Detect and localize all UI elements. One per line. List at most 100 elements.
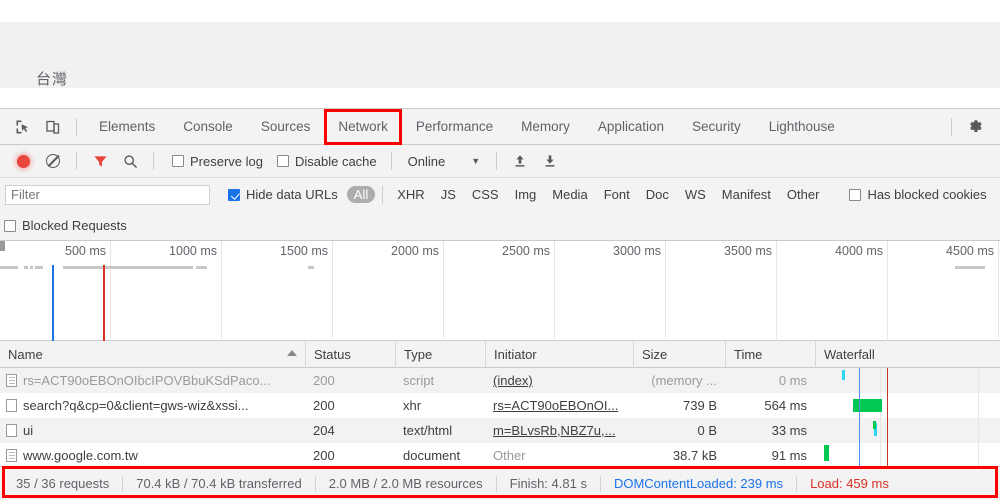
tab-performance[interactable]: Performance	[402, 109, 507, 145]
devtools-tabbar: Elements Console Sources Network Perform…	[0, 108, 1000, 145]
cell-name: ui	[0, 418, 305, 443]
tab-application[interactable]: Application	[584, 109, 678, 145]
tab-label: Console	[183, 119, 233, 134]
waterfall-gridline	[880, 418, 881, 443]
column-label: Time	[734, 347, 763, 362]
cell-waterfall	[815, 393, 1000, 418]
device-toolbar-icon[interactable]	[38, 112, 68, 142]
tab-label: Network	[338, 119, 388, 134]
clear-button[interactable]	[38, 146, 68, 176]
tab-lighthouse[interactable]: Lighthouse	[755, 109, 849, 145]
tab-label: Elements	[99, 119, 156, 134]
waterfall-load-marker	[887, 368, 889, 393]
filter-type-other[interactable]: Other	[780, 186, 827, 203]
column-header-status[interactable]: Status	[305, 341, 395, 368]
waterfall-load-marker	[887, 393, 889, 418]
inspect-element-icon[interactable]	[8, 112, 38, 142]
column-header-initiator[interactable]: Initiator	[485, 341, 633, 368]
clear-icon	[46, 154, 60, 168]
tab-elements[interactable]: Elements	[85, 109, 169, 145]
tab-label: Performance	[415, 119, 494, 134]
column-label: Type	[404, 347, 433, 362]
network-overview-timeline[interactable]: 500 ms 1000 ms 1500 ms 2000 ms 2500 ms 3…	[0, 241, 1000, 341]
table-row[interactable]: www.google.com.tw 200 document Other 38.…	[0, 443, 1000, 468]
column-header-waterfall[interactable]: Waterfall	[815, 341, 1000, 368]
tab-label: Sources	[260, 119, 311, 134]
toolbar-divider-4	[496, 152, 498, 170]
cell-type: text/html	[403, 423, 453, 438]
cell-initiator[interactable]: (index)	[485, 368, 633, 393]
filter-type-img[interactable]: Img	[508, 186, 544, 203]
tab-memory[interactable]: Memory	[507, 109, 584, 145]
column-label: Name	[8, 347, 43, 362]
filter-type-doc[interactable]: Doc	[639, 186, 676, 203]
filter-funnel-icon[interactable]	[85, 146, 115, 176]
has-blocked-cookies-checkbox[interactable]: Has blocked cookies	[849, 187, 987, 202]
dom-content-loaded-marker	[52, 265, 54, 341]
network-toolbar: Preserve log Disable cache Online ▼	[0, 145, 1000, 178]
column-header-name[interactable]: Name	[0, 341, 305, 368]
cell-name: search?q&cp=0&client=gws-wiz&xssi...	[0, 393, 305, 418]
filter-type-media[interactable]: Media	[545, 186, 594, 203]
tab-network[interactable]: Network	[324, 108, 402, 145]
table-header-row: Name Status Type Initiator Size Time Wat…	[0, 341, 1000, 368]
upload-har-icon[interactable]	[505, 146, 535, 176]
disable-cache-checkbox[interactable]: Disable cache	[276, 153, 377, 169]
record-button[interactable]	[8, 146, 38, 176]
blocked-requests-checkbox[interactable]: Blocked Requests	[4, 218, 127, 233]
cell-initiator[interactable]: rs=ACT90oEBOnOI...	[485, 393, 633, 418]
tab-sources[interactable]: Sources	[247, 109, 325, 145]
filter-type-manifest[interactable]: Manifest	[715, 186, 778, 203]
overview-request-band	[308, 266, 314, 269]
overview-request-band	[63, 266, 193, 269]
initiator-link: m=BLvsRb,NBZ7u,...	[493, 423, 616, 438]
cell-initiator[interactable]: m=BLvsRb,NBZ7u,...	[485, 418, 633, 443]
cell-name: rs=ACT90oEBOnOIbcIPOVBbuKSdPaco...	[0, 368, 305, 393]
preserve-log-checkbox[interactable]: Preserve log	[172, 154, 263, 169]
waterfall-gridline	[978, 418, 979, 443]
filter-type-css[interactable]: CSS	[465, 186, 506, 203]
tab-security[interactable]: Security	[678, 109, 755, 145]
filter-type-all[interactable]: All	[346, 186, 376, 203]
filter-type-font[interactable]: Font	[597, 186, 637, 203]
tick-label: 2000 ms	[391, 244, 439, 258]
disable-cache-label: Disable cache	[294, 153, 377, 169]
download-har-icon[interactable]	[535, 146, 565, 176]
cell-size: 739 B	[683, 398, 717, 413]
filter-type-ws[interactable]: WS	[678, 186, 713, 203]
tick-label: 1500 ms	[280, 244, 328, 258]
column-header-time[interactable]: Time	[725, 341, 815, 368]
tab-console[interactable]: Console	[169, 109, 247, 145]
request-name: rs=ACT90oEBOnOIbcIPOVBbuKSdPaco...	[23, 373, 271, 388]
column-label: Status	[314, 347, 351, 362]
waterfall-dcl-marker	[859, 368, 861, 393]
filter-input[interactable]	[5, 184, 210, 205]
gear-icon[interactable]	[960, 112, 990, 142]
filter-type-js[interactable]: JS	[434, 186, 463, 203]
hide-data-urls-checkbox[interactable]: Hide data URLs	[228, 187, 338, 202]
checkbox-box	[172, 155, 184, 167]
cell-time: 564 ms	[764, 398, 807, 413]
hide-data-urls-label: Hide data URLs	[246, 187, 338, 202]
column-header-type[interactable]: Type	[395, 341, 485, 368]
filter-divider	[382, 185, 384, 204]
cell-status: 200	[313, 448, 335, 463]
toolbar-divider-1	[76, 152, 77, 170]
cell-waterfall	[815, 443, 1000, 468]
throttling-select[interactable]: Online ▼	[408, 154, 481, 169]
request-name: ui	[23, 423, 34, 438]
table-row[interactable]: search?q&cp=0&client=gws-wiz&xssi... 200…	[0, 393, 1000, 418]
page-content-strip: 台灣	[0, 22, 1000, 88]
filter-type-xhr[interactable]: XHR	[390, 186, 431, 203]
cell-waterfall	[815, 368, 1000, 393]
cell-status: 200	[313, 373, 335, 388]
search-icon[interactable]	[115, 146, 145, 176]
timeline-tick: 1500 ms	[222, 241, 333, 341]
checkbox-box	[4, 219, 16, 232]
waterfall-gridline	[978, 368, 979, 393]
table-row[interactable]: rs=ACT90oEBOnOIbcIPOVBbuKSdPaco... 200 s…	[0, 368, 1000, 393]
waterfall-dcl-marker	[859, 418, 861, 443]
cell-name: www.google.com.tw	[0, 443, 305, 468]
table-row[interactable]: ui 204 text/html m=BLvsRb,NBZ7u,... 0 B …	[0, 418, 1000, 443]
column-header-size[interactable]: Size	[633, 341, 725, 368]
